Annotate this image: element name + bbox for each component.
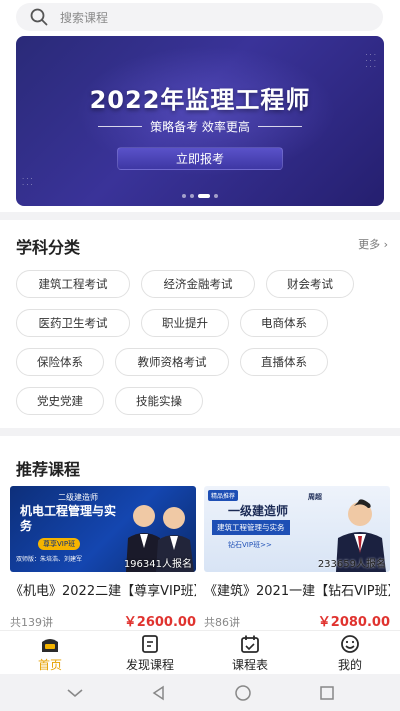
thumb-label: 二级建造师 xyxy=(58,493,98,502)
smiley-icon xyxy=(341,635,359,653)
course-title: 《建筑》2021一建【钻石VIP班】 xyxy=(204,584,390,599)
course-thumbnail: 精品推荐 一级建造师 建筑工程管理与实务 钻石VIP班>> 周超 233659人… xyxy=(204,486,390,572)
category-tag[interactable]: 医药卫生考试 xyxy=(16,309,130,337)
banner-container: ··· ··· ··· ··· ··· 2022年监理工程师 策略备考 效率更高… xyxy=(0,34,400,212)
course-meta: 共139讲 ￥2600.00 xyxy=(10,611,196,630)
tab-label: 我的 xyxy=(337,658,362,672)
thumb-tag: 尊享VIP班 xyxy=(38,538,81,550)
category-tag[interactable]: 电商体系 xyxy=(240,309,328,337)
category-tag[interactable]: 技能实操 xyxy=(115,387,203,415)
course-card[interactable]: 精品推荐 一级建造师 建筑工程管理与实务 钻石VIP班>> 周超 233659人… xyxy=(204,486,390,630)
more-link[interactable]: 更多 › xyxy=(358,236,388,252)
category-tag[interactable]: 教师资格考试 xyxy=(115,348,229,376)
calendar-icon xyxy=(241,635,259,653)
home-icon xyxy=(42,639,58,652)
enrolled-count: 196341人报名 xyxy=(123,559,192,570)
discover-icon xyxy=(142,635,158,653)
search-placeholder: 搜索课程 xyxy=(60,10,109,25)
tab-label: 课程表 xyxy=(231,658,268,672)
search-icon xyxy=(30,8,48,26)
thumb-tag: 钻石VIP班>> xyxy=(228,541,272,549)
tab-label: 首页 xyxy=(37,658,62,672)
tab-profile[interactable]: 我的 xyxy=(300,631,400,674)
category-tag[interactable]: 职业提升 xyxy=(141,309,229,337)
category-tag[interactable]: 党史党建 xyxy=(16,387,104,415)
recents-icon[interactable] xyxy=(319,685,335,701)
more-label: 更多 xyxy=(358,238,381,251)
banner-title: 2022年监理工程师 xyxy=(89,86,311,114)
back-icon[interactable] xyxy=(151,685,167,701)
thumb-label: 一级建造师 xyxy=(228,504,289,518)
tab-home[interactable]: 首页 xyxy=(0,631,100,674)
thumb-teachers: 周超 xyxy=(308,493,322,501)
recommended-courses-section: 推荐课程 二级建造师 机电工程管理与实务 尊享VIP班 双师版：朱培浩、刘建军 … xyxy=(0,436,400,630)
carousel-dot[interactable] xyxy=(182,194,186,198)
tab-label: 发现课程 xyxy=(125,658,174,672)
banner-dot-pattern: ··· ··· ··· xyxy=(365,51,378,71)
section-title: 学科分类 xyxy=(16,238,81,257)
divider xyxy=(257,126,302,127)
category-tag[interactable]: 经济金融考试 xyxy=(141,270,255,298)
banner-subtitle: 策略备考 效率更高 xyxy=(150,120,250,134)
divider xyxy=(98,126,143,127)
thumb-title: 机电工程管理与实务 xyxy=(20,504,117,533)
search-input[interactable]: 搜索课程 xyxy=(16,3,383,31)
course-price: ￥2600.00 xyxy=(123,615,196,630)
chevron-right-icon: › xyxy=(383,238,388,251)
system-nav-bar xyxy=(0,674,400,711)
tab-discover[interactable]: 发现课程 xyxy=(100,631,200,674)
thumb-teachers: 双师版：朱培浩、刘建军 xyxy=(16,556,83,563)
course-card[interactable]: 二级建造师 机电工程管理与实务 尊享VIP班 双师版：朱培浩、刘建军 19634… xyxy=(10,486,196,630)
banner-dot-pattern: ··· ··· xyxy=(22,175,35,189)
category-tag[interactable]: 直播体系 xyxy=(240,348,328,376)
banner-subtitle-row: 策略备考 效率更高 xyxy=(16,118,384,135)
enrolled-count: 233659人报名 xyxy=(317,559,386,570)
chevron-down-icon[interactable] xyxy=(66,687,84,699)
carousel-dot[interactable] xyxy=(190,194,194,198)
promo-banner[interactable]: ··· ··· ··· ··· ··· 2022年监理工程师 策略备考 效率更高… xyxy=(16,36,384,206)
carousel-indicators xyxy=(16,194,384,198)
lesson-count: 共139讲 xyxy=(10,616,53,629)
app-screen: 搜索课程 ··· ··· ··· ··· ··· 2022年监理工程师 策略备考… xyxy=(0,0,400,711)
bottom-tab-bar: 首页 发现课程 课程表 我的 xyxy=(0,630,400,674)
search-bar-container: 搜索课程 xyxy=(0,0,400,34)
thumb-title: 建筑工程管理与实务 xyxy=(212,520,290,535)
tab-schedule[interactable]: 课程表 xyxy=(200,631,300,674)
section-title: 推荐课程 xyxy=(16,460,81,479)
course-title: 《机电》2022二建【尊享VIP班】 xyxy=(10,584,196,599)
home-circle-icon[interactable] xyxy=(234,684,252,702)
course-thumbnail: 二级建造师 机电工程管理与实务 尊享VIP班 双师版：朱培浩、刘建军 19634… xyxy=(10,486,196,572)
register-now-button[interactable]: 立即报考 xyxy=(117,147,283,170)
carousel-dot[interactable] xyxy=(214,194,218,198)
category-tag[interactable]: 财会考试 xyxy=(266,270,354,298)
lesson-count: 共86讲 xyxy=(204,616,240,629)
carousel-dot-active[interactable] xyxy=(198,194,210,198)
course-meta: 共86讲 ￥2080.00 xyxy=(204,611,390,630)
category-tag[interactable]: 保险体系 xyxy=(16,348,104,376)
thumb-badge: 精品推荐 xyxy=(208,490,239,501)
subject-categories-section: 学科分类 更多 › 建筑工程考试 经济金融考试 财会考试 医药卫生考试 职业提升… xyxy=(0,220,400,428)
category-tag[interactable]: 建筑工程考试 xyxy=(16,270,130,298)
course-price: ￥2080.00 xyxy=(317,615,390,630)
